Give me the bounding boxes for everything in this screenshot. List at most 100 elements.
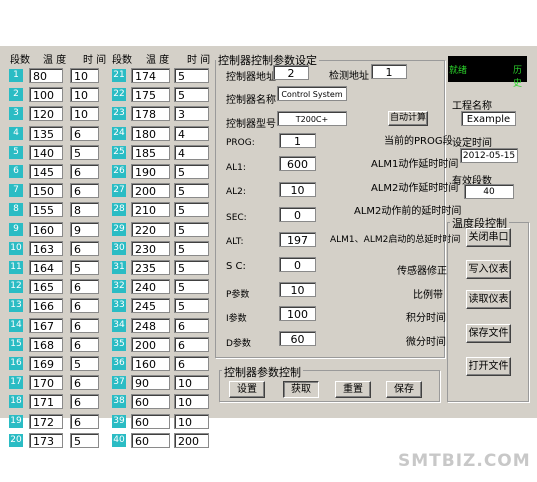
segment-time-field[interactable]: 10 <box>174 413 209 429</box>
segment-temp-field[interactable]: 210 <box>131 202 170 218</box>
segment-time-field[interactable]: 9 <box>70 221 99 237</box>
al2-field[interactable]: 10 <box>279 182 316 197</box>
segment-temp-field[interactable]: 175 <box>131 87 170 103</box>
segment-temp-field[interactable]: 220 <box>131 221 170 237</box>
project-name-field[interactable]: Example <box>461 111 516 126</box>
segment-time-field[interactable]: 3 <box>174 106 209 122</box>
segment-temp-field[interactable]: 169 <box>29 356 63 371</box>
segment-temp-field[interactable]: 235 <box>131 260 170 275</box>
segment-time-field[interactable]: 8 <box>70 202 99 218</box>
ctrl-model-field[interactable]: T200C+ <box>277 111 347 126</box>
segment-temp-field[interactable]: 200 <box>131 336 170 352</box>
segment-temp-field[interactable]: 135 <box>29 125 63 141</box>
segment-temp-field[interactable]: 160 <box>29 221 63 237</box>
segment-temp-field[interactable]: 168 <box>29 336 63 352</box>
segment-temp-field[interactable]: 167 <box>29 317 63 333</box>
segment-time-field[interactable]: 6 <box>70 375 99 391</box>
segment-temp-field[interactable]: 200 <box>131 183 170 199</box>
write-meter-button[interactable]: 写入仪表 <box>466 260 511 279</box>
segment-temp-field[interactable]: 150 <box>29 183 63 199</box>
get-button[interactable]: 获取 <box>283 381 319 398</box>
segment-time-field[interactable]: 5 <box>174 279 209 295</box>
read-meter-button[interactable]: 读取仪表 <box>466 290 511 309</box>
segment-time-field[interactable]: 5 <box>174 164 209 179</box>
save-button[interactable]: 保存 <box>386 381 422 398</box>
segment-time-field[interactable]: 4 <box>174 144 209 160</box>
segment-time-field[interactable]: 10 <box>174 394 209 410</box>
segment-temp-field[interactable]: 60 <box>131 432 170 448</box>
segment-time-field[interactable]: 10 <box>70 106 99 122</box>
d-field[interactable]: 60 <box>279 331 316 346</box>
segment-temp-field[interactable]: 80 <box>29 68 63 83</box>
segment-temp-field[interactable]: 145 <box>29 164 63 179</box>
segment-time-field[interactable]: 5 <box>174 260 209 275</box>
ctrl-name-field[interactable]: Control System <box>277 86 347 101</box>
segment-temp-field[interactable]: 180 <box>131 125 170 141</box>
segment-temp-field[interactable]: 178 <box>131 106 170 122</box>
segment-temp-field[interactable]: 171 <box>29 394 63 410</box>
segment-temp-field[interactable]: 185 <box>131 144 170 160</box>
sec-field[interactable]: 0 <box>279 207 316 222</box>
close-port-button[interactable]: 关闭串口 <box>466 228 511 247</box>
segment-temp-field[interactable]: 60 <box>131 394 170 410</box>
segment-time-field[interactable]: 6 <box>70 125 99 141</box>
reset-button[interactable]: 重置 <box>335 381 371 398</box>
detect-addr-field[interactable]: 1 <box>371 64 407 79</box>
save-file-button[interactable]: 保存文件 <box>466 324 511 343</box>
segment-temp-field[interactable]: 170 <box>29 375 63 391</box>
segment-time-field[interactable]: 6 <box>70 298 99 314</box>
segment-time-field[interactable]: 6 <box>70 164 99 179</box>
segment-temp-field[interactable]: 245 <box>131 298 170 314</box>
segment-temp-field[interactable]: 166 <box>29 298 63 314</box>
i-field[interactable]: 100 <box>279 306 316 321</box>
auto-calc-button[interactable]: 自动计算 <box>388 111 428 126</box>
segment-time-field[interactable]: 6 <box>70 317 99 333</box>
segment-time-field[interactable]: 6 <box>70 336 99 352</box>
ctrl-addr-field[interactable]: 2 <box>273 65 309 80</box>
segment-time-field[interactable]: 10 <box>174 375 209 391</box>
segment-temp-field[interactable]: 163 <box>29 240 63 256</box>
segment-temp-field[interactable]: 90 <box>131 375 170 391</box>
segment-temp-field[interactable]: 190 <box>131 164 170 179</box>
segment-time-field[interactable]: 5 <box>70 260 99 275</box>
segment-time-field[interactable]: 5 <box>70 432 99 448</box>
segment-time-field[interactable]: 5 <box>174 87 209 103</box>
prog-field[interactable]: 1 <box>279 133 316 148</box>
segment-temp-field[interactable]: 172 <box>29 413 63 429</box>
open-file-button[interactable]: 打开文件 <box>466 357 511 376</box>
segment-temp-field[interactable]: 240 <box>131 279 170 295</box>
segment-time-field[interactable]: 5 <box>174 68 209 83</box>
segment-time-field[interactable]: 5 <box>70 144 99 160</box>
segment-temp-field[interactable]: 60 <box>131 413 170 429</box>
segment-time-field[interactable]: 6 <box>70 413 99 429</box>
segment-time-field[interactable]: 5 <box>174 202 209 218</box>
segment-temp-field[interactable]: 155 <box>29 202 63 218</box>
segment-time-field[interactable]: 4 <box>174 125 209 141</box>
setting-date-field[interactable]: 2012-05-15 <box>460 148 518 163</box>
segment-temp-field[interactable]: 173 <box>29 432 63 448</box>
segment-time-field[interactable]: 5 <box>174 221 209 237</box>
sc-field[interactable]: 0 <box>279 257 316 272</box>
alt-field[interactable]: 197 <box>279 232 316 247</box>
segment-time-field[interactable]: 5 <box>174 240 209 256</box>
segment-time-field[interactable]: 6 <box>174 317 209 333</box>
segment-temp-field[interactable]: 230 <box>131 240 170 256</box>
segment-time-field[interactable]: 5 <box>174 183 209 199</box>
segment-time-field[interactable]: 10 <box>70 87 99 103</box>
segment-temp-field[interactable]: 248 <box>131 317 170 333</box>
segment-time-field[interactable]: 6 <box>70 394 99 410</box>
segment-time-field[interactable]: 6 <box>70 279 99 295</box>
segment-temp-field[interactable]: 174 <box>131 68 170 83</box>
segment-time-field[interactable]: 6 <box>174 356 209 371</box>
segment-time-field[interactable]: 200 <box>174 432 209 448</box>
segment-time-field[interactable]: 6 <box>70 183 99 199</box>
segment-time-field[interactable]: 5 <box>70 356 99 371</box>
al1-field[interactable]: 600 <box>279 156 316 171</box>
p-field[interactable]: 10 <box>279 282 316 297</box>
segment-temp-field[interactable]: 100 <box>29 87 63 103</box>
segment-temp-field[interactable]: 140 <box>29 144 63 160</box>
segment-time-field[interactable]: 6 <box>174 336 209 352</box>
set-button[interactable]: 设置 <box>229 381 265 398</box>
segment-temp-field[interactable]: 160 <box>131 356 170 371</box>
segment-time-field[interactable]: 5 <box>174 298 209 314</box>
